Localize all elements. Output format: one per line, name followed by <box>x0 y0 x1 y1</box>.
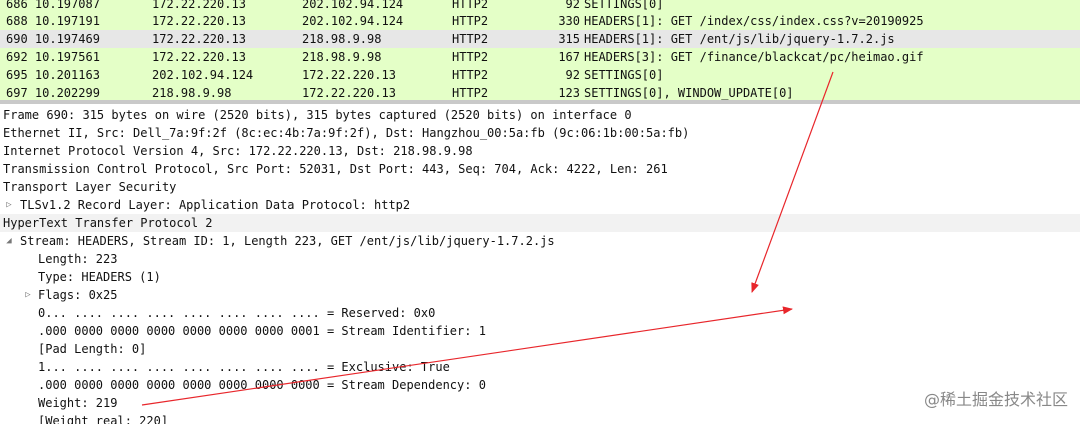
tree-item-label: Transmission Control Protocol, Src Port:… <box>3 162 668 176</box>
packet-destination: 218.98.9.98 <box>302 50 382 64</box>
packet-info: HEADERS[1]: GET /index/css/index.css?v=2… <box>584 14 924 28</box>
packet-row[interactable]: 695 10.201163 202.102.94.124 172.22.220.… <box>0 66 1080 84</box>
packet-source: 218.98.9.98 <box>152 86 232 100</box>
tree-item-flags[interactable]: ▷ Flags: 0x25 <box>0 286 1080 304</box>
tree-item-frame[interactable]: Frame 690: 315 bytes on wire (2520 bits)… <box>0 106 1080 124</box>
packet-source: 172.22.220.13 <box>152 32 246 46</box>
tree-item-label: 1... .... .... .... .... .... .... .... … <box>38 360 450 374</box>
tree-item-label: Ethernet II, Src: Dell_7a:9f:2f (8c:ec:4… <box>3 126 690 140</box>
tree-item-label: Frame 690: 315 bytes on wire (2520 bits)… <box>3 108 632 122</box>
tree-item-label: .000 0000 0000 0000 0000 0000 0000 0000 … <box>38 378 486 392</box>
packet-info: SETTINGS[0] <box>584 68 664 82</box>
packet-list: 686 10.197087 172.22.220.13 202.102.94.1… <box>0 0 1080 100</box>
tree-item-tls-record[interactable]: ▷ TLSv1.2 Record Layer: Application Data… <box>0 196 1080 214</box>
watermark: @稀土掘金技术社区 <box>923 390 1068 409</box>
tree-item-label: Weight: 219 <box>38 396 118 410</box>
tree-item-ip[interactable]: Internet Protocol Version 4, Src: 172.22… <box>0 142 1080 160</box>
tree-item-reserved[interactable]: 0... .... .... .... .... .... .... .... … <box>0 304 1080 322</box>
tree-item-ethernet[interactable]: Ethernet II, Src: Dell_7a:9f:2f (8c:ec:4… <box>0 124 1080 142</box>
tree-item-label: Stream: HEADERS, Stream ID: 1, Length 22… <box>20 234 555 248</box>
tree-item-label: 0... .... .... .... .... .... .... .... … <box>38 306 436 320</box>
packet-info: SETTINGS[0], WINDOW_UPDATE[0] <box>584 86 794 100</box>
tree-item-label: Flags: 0x25 <box>38 288 118 302</box>
packet-source: 172.22.220.13 <box>152 14 246 28</box>
packet-protocol: HTTP2 <box>452 14 489 28</box>
expand-arrow-icon[interactable]: ▷ <box>23 286 33 304</box>
packet-info: HEADERS[1]: GET /ent/js/lib/jquery-1.7.2… <box>584 32 895 46</box>
tree-item-tls[interactable]: Transport Layer Security <box>0 178 1080 196</box>
packet-length: 315 <box>558 32 580 46</box>
packet-protocol: HTTP2 <box>452 32 489 46</box>
tree-item-weight[interactable]: Weight: 219 <box>0 394 1080 412</box>
tree-item-label: TLSv1.2 Record Layer: Application Data P… <box>20 198 411 212</box>
tree-item-stream-identifier[interactable]: .000 0000 0000 0000 0000 0000 0000 0001 … <box>0 322 1080 340</box>
tree-item-label: Type: HEADERS (1) <box>38 270 161 284</box>
packet-row[interactable]: 697 10.202299 218.98.9.98 172.22.220.13 … <box>0 84 1080 100</box>
packet-protocol: HTTP2 <box>452 86 489 100</box>
tree-item-label: [Pad Length: 0] <box>38 342 147 356</box>
packet-destination: 218.98.9.98 <box>302 32 382 46</box>
tree-item-tcp[interactable]: Transmission Control Protocol, Src Port:… <box>0 160 1080 178</box>
tree-item-label: Length: 223 <box>38 252 118 266</box>
packet-no-time: 695 10.201163 <box>6 68 100 82</box>
packet-length: 167 <box>558 50 580 64</box>
packet-length: 123 <box>558 86 580 100</box>
packet-source: 202.102.94.124 <box>152 68 254 82</box>
expand-arrow-icon[interactable]: ▷ <box>4 196 14 214</box>
tree-item-label: HyperText Transfer Protocol 2 <box>3 216 213 230</box>
packet-info: HEADERS[3]: GET /finance/blackcat/pc/hei… <box>584 50 924 64</box>
packet-length: 92 <box>565 68 580 82</box>
tree-item-stream-dependency[interactable]: .000 0000 0000 0000 0000 0000 0000 0000 … <box>0 376 1080 394</box>
tree-item-label: [Weight real: 220] <box>38 414 169 424</box>
packet-no-time: 697 10.202299 <box>6 86 100 100</box>
tree-item-stream[interactable]: ◢ Stream: HEADERS, Stream ID: 1, Length … <box>0 232 1080 250</box>
packet-destination: 202.102.94.124 <box>302 14 404 28</box>
packet-no-time: 692 10.197561 <box>6 50 100 64</box>
tree-item-weight-real[interactable]: [Weight real: 220] <box>0 412 1080 424</box>
packet-destination: 172.22.220.13 <box>302 68 396 82</box>
packet-protocol: HTTP2 <box>452 50 489 64</box>
packet-no-time: 690 10.197469 <box>6 32 100 46</box>
tree-item-label: Transport Layer Security <box>3 180 177 194</box>
tree-item-length[interactable]: Length: 223 <box>0 250 1080 268</box>
packet-protocol: HTTP2 <box>452 68 489 82</box>
packet-details-tree: Frame 690: 315 bytes on wire (2520 bits)… <box>0 104 1080 424</box>
packet-row[interactable]: 688 10.197191 172.22.220.13 202.102.94.1… <box>0 12 1080 30</box>
packet-source: 172.22.220.13 <box>152 50 246 64</box>
collapse-arrow-icon[interactable]: ◢ <box>4 232 14 250</box>
tree-item-label: .000 0000 0000 0000 0000 0000 0000 0001 … <box>38 324 486 338</box>
packet-row[interactable]: 692 10.197561 172.22.220.13 218.98.9.98 … <box>0 48 1080 66</box>
packet-destination: 172.22.220.13 <box>302 86 396 100</box>
tree-item-label: Internet Protocol Version 4, Src: 172.22… <box>3 144 473 158</box>
packet-length: 330 <box>558 14 580 28</box>
tree-item-exclusive[interactable]: 1... .... .... .... .... .... .... .... … <box>0 358 1080 376</box>
packet-row-selected[interactable]: 690 10.197469 172.22.220.13 218.98.9.98 … <box>0 30 1080 48</box>
tree-item-http2[interactable]: HyperText Transfer Protocol 2 <box>0 214 1080 232</box>
packet-no-time: 688 10.197191 <box>6 14 100 28</box>
tree-item-type[interactable]: Type: HEADERS (1) <box>0 268 1080 286</box>
tree-item-pad-length[interactable]: [Pad Length: 0] <box>0 340 1080 358</box>
